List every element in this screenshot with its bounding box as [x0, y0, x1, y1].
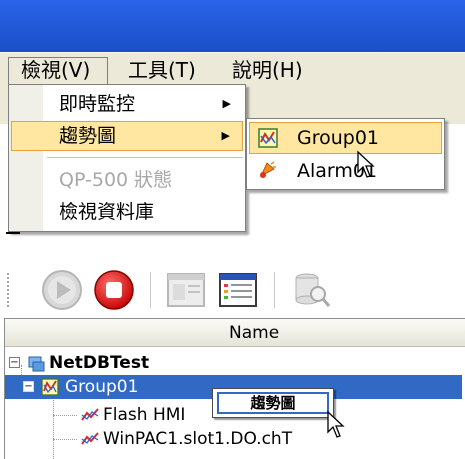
menu-tools[interactable]: 工具(T) [128, 58, 196, 82]
play-button[interactable] [40, 268, 84, 312]
toolbar-separator [274, 272, 276, 308]
menubar: 檢視(V) 工具(T) 說明(H) [0, 52, 465, 85]
stop-button[interactable] [92, 268, 136, 312]
menu-view-label: 檢視(V) [21, 58, 91, 82]
database-network-icon [28, 356, 45, 372]
mouse-cursor-icon [327, 410, 345, 438]
menu-item-view-database[interactable]: 檢視資料庫 [11, 197, 243, 227]
toolbar-grip[interactable] [6, 272, 10, 308]
submenu-arrow-icon: ▶ [221, 129, 230, 142]
menu-item-label: 趨勢圖 [59, 125, 117, 147]
column-header-label: Name [229, 323, 280, 343]
tree-label-child: WinPAC1.slot1.DO.chT [103, 429, 293, 449]
tree-label-child: Flash HMI [103, 405, 186, 425]
menu-view[interactable]: 檢視(V) [8, 57, 108, 85]
menu-item-label: QP-500 狀態 [59, 169, 173, 191]
menu-help-label: 說明(H) [232, 58, 303, 82]
menu-help[interactable]: 說明(H) [232, 58, 303, 82]
trend-chart-icon [258, 128, 278, 148]
submenu-item-group01[interactable]: Group01 [249, 122, 442, 154]
alarm-bell-icon [259, 161, 276, 178]
tree-label-root: NetDBTest [49, 353, 150, 373]
list-window-icon [219, 273, 257, 307]
stop-icon [94, 270, 134, 310]
trend-submenu: Group01 Alarm01 [246, 118, 445, 190]
tree-row-root[interactable]: − NetDBTest [5, 351, 205, 375]
column-header-name[interactable]: Name [5, 319, 465, 347]
database-search-icon [295, 273, 331, 307]
play-icon [42, 270, 82, 310]
submenu-item-alarm01[interactable]: Alarm01 [249, 155, 442, 187]
menu-item-label: 即時監控 [59, 93, 136, 115]
main-toolbar [0, 262, 465, 318]
trend-line-icon [81, 408, 99, 421]
submenu-item-label: Group01 [297, 127, 380, 149]
view-dropdown-menu: 即時監控 ▶ 趨勢圖 ▶ QP-500 狀態 檢視資料庫 [8, 84, 246, 232]
list-button[interactable] [216, 268, 260, 312]
window-titlebar [0, 0, 465, 52]
mouse-cursor-icon [357, 150, 375, 178]
menu-item-label: 檢視資料庫 [59, 201, 155, 223]
submenu-arrow-icon: ▶ [222, 97, 231, 110]
panel-button[interactable] [164, 268, 208, 312]
context-menu-item-trend[interactable]: 趨勢圖 [217, 392, 329, 414]
menu-separator [47, 157, 243, 158]
toolbar-separator [150, 272, 152, 308]
context-menu: 趨勢圖 [212, 388, 334, 418]
menu-item-qp500-status: QP-500 狀態 [11, 165, 243, 195]
menu-item-realtime-monitor[interactable]: 即時監控 ▶ [11, 89, 243, 119]
edge-fragment [6, 232, 20, 234]
collapse-icon[interactable]: − [23, 381, 34, 392]
top-screenshot-panel: 檢視(V) 工具(T) 說明(H) 即時監控 ▶ 趨勢圖 ▶ QP-500 狀態… [0, 0, 465, 238]
tree-label-group01: Group01 [65, 377, 139, 397]
tree-row-child[interactable]: WinPAC1.slot1.DO.chT [5, 427, 462, 451]
trend-line-icon [81, 432, 99, 445]
trend-chart-icon [41, 378, 59, 396]
menu-item-trend-chart[interactable]: 趨勢圖 ▶ [11, 121, 243, 151]
collapse-icon[interactable]: − [9, 357, 20, 368]
menu-tools-label: 工具(T) [128, 58, 196, 82]
database-search-button[interactable] [290, 268, 334, 312]
window-icon [167, 273, 205, 307]
